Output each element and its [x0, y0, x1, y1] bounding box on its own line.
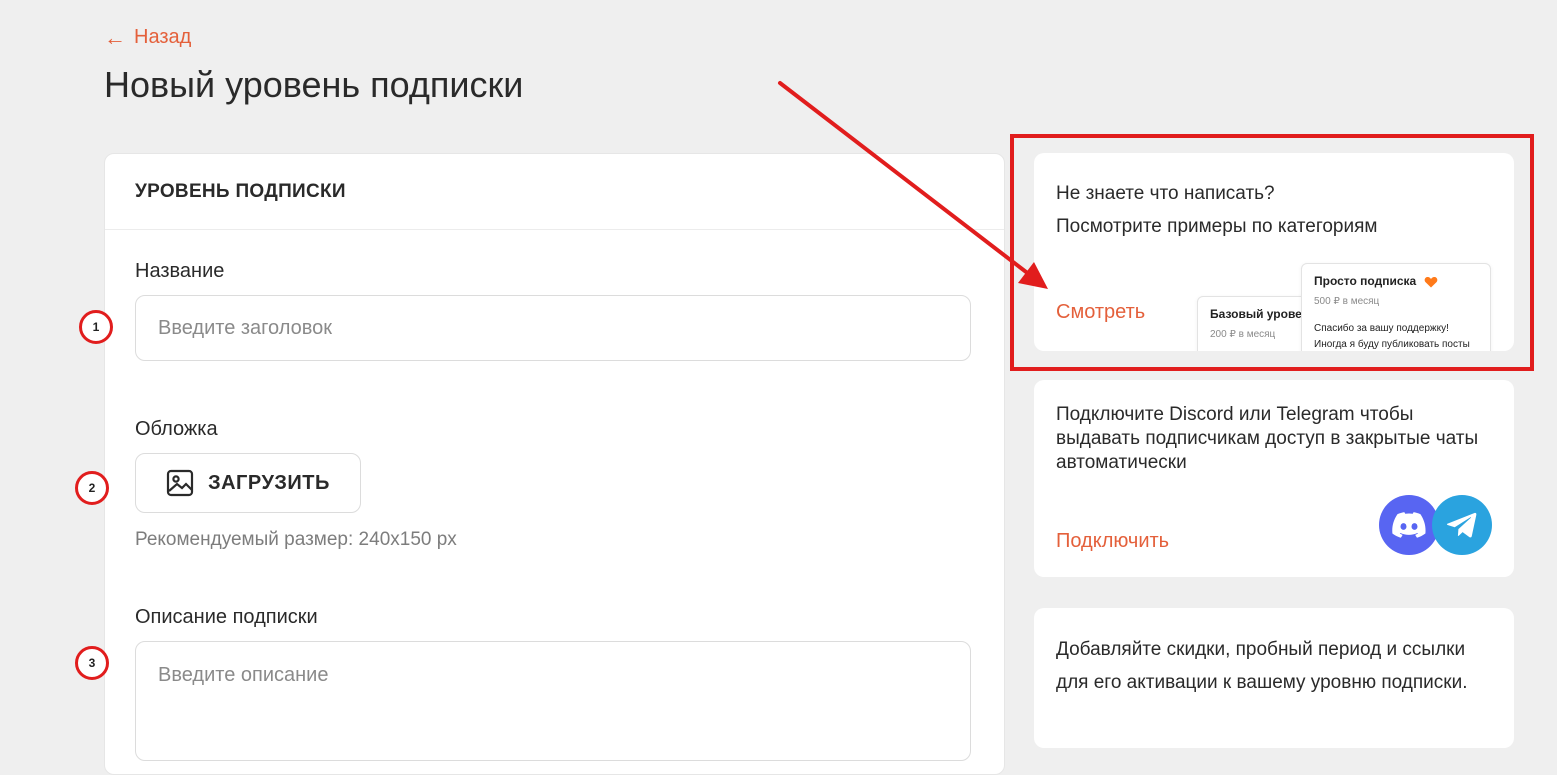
heart-icon — [1424, 276, 1437, 288]
upload-button[interactable]: ЗАГРУЗИТЬ — [135, 453, 361, 513]
connect-link[interactable]: Подключить — [1056, 530, 1169, 553]
discord-icon — [1379, 495, 1439, 555]
example-price: 500 ₽ в месяц — [1314, 296, 1380, 307]
marker-3: 3 — [75, 646, 109, 680]
subscription-form-card: УРОВЕНЬ ПОДПИСКИ Название Обложка ЗАГРУЗ… — [104, 153, 1005, 775]
marker-1: 1 — [79, 310, 113, 344]
connect-description: Подключите Discord или Telegram чтобы вы… — [1056, 404, 1479, 473]
example-price: 200 ₽ в месяц — [1210, 329, 1276, 340]
telegram-icon — [1432, 495, 1492, 555]
section-title: УРОВЕНЬ ПОДПИСКИ — [105, 154, 1004, 230]
upload-label: ЗАГРУЗИТЬ — [208, 471, 330, 494]
examples-question: Не знаете что написать? — [1056, 183, 1275, 204]
examples-card: Не знаете что написать? Посмотрите приме… — [1034, 153, 1514, 351]
cover-size-hint: Рекомендуемый размер: 240x150 px — [135, 529, 457, 550]
cover-label: Обложка — [135, 418, 218, 440]
arrow-left-icon: ← — [104, 24, 126, 50]
connect-chats-card: Подключите Discord или Telegram чтобы вы… — [1034, 380, 1514, 577]
marker-2: 2 — [75, 471, 109, 505]
example-preview-card: Просто подписка 500 ₽ в месяц Спасибо за… — [1301, 263, 1491, 351]
example-title: Просто подписка — [1314, 274, 1478, 288]
description-label: Описание подписки — [135, 606, 318, 628]
example-title: Базовый уровень — [1210, 307, 1317, 321]
back-link[interactable]: ← Назад — [104, 26, 191, 49]
examples-subtitle: Посмотрите примеры по категориям — [1056, 216, 1378, 237]
image-icon — [166, 469, 194, 497]
name-label: Название — [135, 260, 225, 282]
example-preview-card: Базовый уровень 200 ₽ в месяц — [1197, 296, 1317, 351]
promo-description: Добавляйте скидки, пробный период и ссыл… — [1056, 639, 1468, 693]
name-input[interactable] — [135, 295, 971, 361]
example-description: Спасибо за вашу поддержку! Иногда я буду… — [1314, 323, 1470, 350]
page-title: Новый уровень подписки — [104, 64, 524, 105]
view-examples-link[interactable]: Смотреть — [1056, 301, 1145, 324]
back-label: Назад — [134, 26, 192, 48]
description-input[interactable] — [135, 641, 971, 761]
promo-card: Добавляйте скидки, пробный период и ссыл… — [1034, 608, 1514, 748]
